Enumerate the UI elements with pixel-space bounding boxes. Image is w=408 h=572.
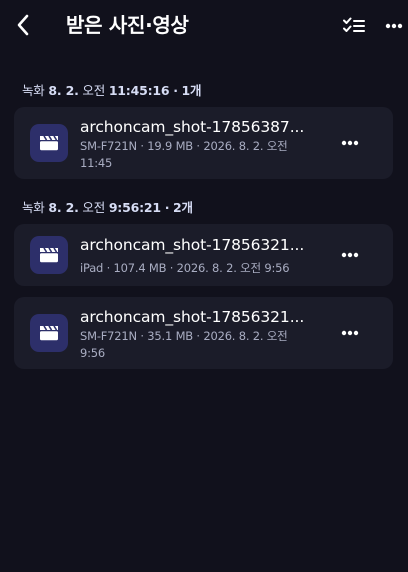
group-separator: · (173, 83, 178, 98)
file-card[interactable]: archoncam_shot-17856387... SM-F721N · 19… (14, 107, 393, 179)
more-dots-icon (341, 140, 359, 146)
more-dots-icon (385, 23, 403, 29)
group-separator: · (164, 200, 170, 215)
group-date: 8. 2. (48, 83, 79, 98)
file-meta: SM-F721N · 35.1 MB · 2026. 8. 2. 오전 9:56 (80, 329, 288, 360)
group-header: 녹화 8. 2. 오전 9:56:21 · 2개 (22, 197, 193, 216)
group-ampm: 오전 (82, 83, 106, 98)
group-header: 녹화 8. 2. 오전 11:45:16 · 1개 (22, 80, 202, 99)
file-more-button[interactable] (336, 321, 364, 345)
group-count: 2개 (173, 200, 193, 215)
group-time: 9:56:21 (108, 200, 161, 215)
file-name: archoncam_shot-17856387... (80, 118, 305, 136)
file-name: archoncam_shot-17856321... (80, 308, 305, 326)
app-header: 받은 사진·영상 (0, 0, 408, 52)
clapperboard-icon (40, 135, 58, 151)
more-dots-icon (341, 330, 359, 336)
more-dots-icon (341, 252, 359, 258)
video-thumbnail (30, 236, 68, 274)
group-date: 8. 2. (48, 200, 79, 215)
group-label: 녹화 (22, 83, 45, 98)
page-title: 받은 사진·영상 (66, 13, 189, 37)
file-meta: iPad · 107.4 MB · 2026. 8. 2. 오전 9:56 (80, 261, 290, 275)
group-time: 11:45:16 (108, 83, 170, 98)
video-thumbnail (30, 314, 68, 352)
header-more-button[interactable] (383, 14, 405, 38)
file-more-button[interactable] (336, 131, 364, 155)
file-meta: SM-F721N · 19.9 MB · 2026. 8. 2. 오전 11:4… (80, 139, 288, 170)
group-ampm: 오전 (82, 200, 106, 215)
checklist-icon (343, 17, 365, 32)
group-label: 녹화 (22, 200, 45, 215)
clapperboard-icon (40, 325, 58, 341)
chevron-left-icon (17, 14, 29, 36)
file-card[interactable]: archoncam_shot-17856321... SM-F721N · 35… (14, 297, 393, 369)
file-card[interactable]: archoncam_shot-17856321... iPad · 107.4 … (14, 224, 393, 286)
clapperboard-icon (40, 247, 58, 263)
video-thumbnail (30, 124, 68, 162)
select-mode-button[interactable] (342, 14, 366, 38)
file-more-button[interactable] (336, 243, 364, 267)
file-name: archoncam_shot-17856321... (80, 236, 305, 254)
back-button[interactable] (10, 10, 36, 40)
group-count: 1개 (181, 83, 202, 98)
